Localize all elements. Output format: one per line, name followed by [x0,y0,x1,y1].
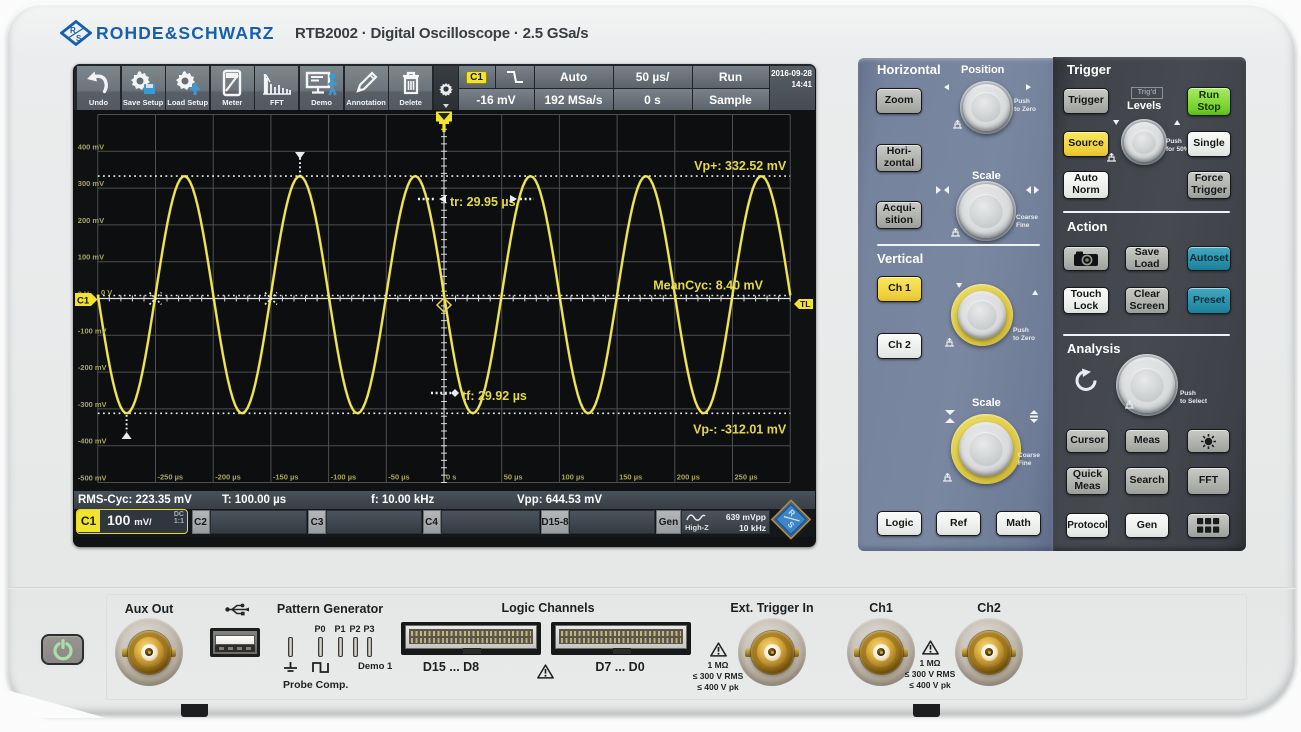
svg-text:-300 mV: -300 mV [78,400,107,409]
svg-text:-250 µs: -250 µs [158,473,184,482]
svg-text:150 µs: 150 µs [619,473,642,482]
svg-text:0 V: 0 V [101,288,112,297]
svg-text:-100 mV: -100 mV [78,326,107,335]
svg-text:C1: C1 [77,296,90,307]
svg-text:200 mV: 200 mV [78,216,104,225]
svg-text:Vp+: 332.52 mV: Vp+: 332.52 mV [694,159,787,173]
svg-text:-200 mV: -200 mV [78,363,107,372]
svg-text:MeanCyc: 8.40 mV: MeanCyc: 8.40 mV [653,279,763,293]
svg-text:S: S [76,34,82,43]
svg-text:200 µs: 200 µs [677,473,700,482]
svg-text:Vp-: -312.01 mV: Vp-: -312.01 mV [693,422,787,436]
svg-text:-50 µs: -50 µs [388,473,409,482]
svg-text:400 mV: 400 mV [78,142,104,151]
svg-text:TL: TL [800,299,810,309]
svg-text:250 µs: 250 µs [735,473,758,482]
svg-text:-200 µs: -200 µs [215,473,241,482]
svg-text:tf: 29.92 µs: tf: 29.92 µs [462,389,527,403]
svg-text:100 µs: 100 µs [561,473,584,482]
svg-text:0 s: 0 s [446,473,456,482]
svg-text:-400 mV: -400 mV [78,437,107,446]
svg-text:300 mV: 300 mV [78,179,104,188]
svg-text:100 mV: 100 mV [78,253,104,262]
svg-text:-150 µs: -150 µs [273,473,299,482]
svg-text:-500 mV: -500 mV [78,474,107,483]
svg-text:-100 µs: -100 µs [331,473,357,482]
svg-text:50 µs: 50 µs [504,473,523,482]
svg-text:tr: 29.95 µs: tr: 29.95 µs [450,195,516,209]
